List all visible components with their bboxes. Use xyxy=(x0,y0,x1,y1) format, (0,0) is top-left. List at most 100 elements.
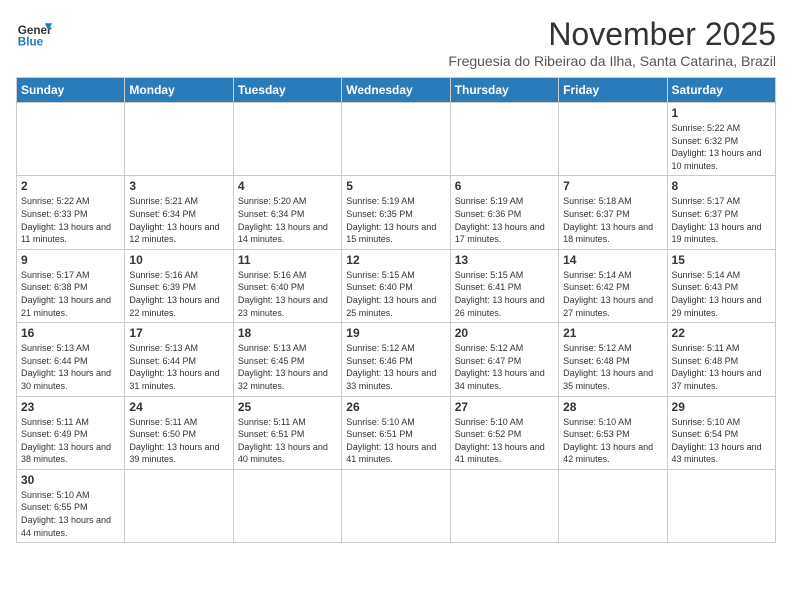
day-number: 11 xyxy=(238,253,337,267)
calendar-week-3: 9 Sunrise: 5:17 AM Sunset: 6:38 PM Daylig… xyxy=(17,249,776,322)
calendar-cell: 18 Sunrise: 5:13 AM Sunset: 6:45 PM Dayli… xyxy=(233,323,341,396)
day-number: 13 xyxy=(455,253,554,267)
calendar-cell xyxy=(667,469,775,542)
day-number: 2 xyxy=(21,179,120,193)
svg-text:Blue: Blue xyxy=(18,36,44,49)
calendar-cell xyxy=(233,469,341,542)
calendar-week-4: 16Sunrise: 5:13 AM Sunset: 6:44 PM Dayli… xyxy=(17,323,776,396)
day-info: Sunrise: 5:12 AM Sunset: 6:47 PM Dayligh… xyxy=(455,342,554,392)
calendar-cell: 14 Sunrise: 5:14 AM Sunset: 6:42 PM Dayli… xyxy=(559,249,667,322)
day-info: Sunrise: 5:13 AM Sunset: 6:44 PM Dayligh… xyxy=(129,342,228,392)
calendar-cell: 19Sunrise: 5:12 AM Sunset: 6:46 PM Dayli… xyxy=(342,323,450,396)
calendar-cell: 4 Sunrise: 5:20 AM Sunset: 6:34 PM Daylig… xyxy=(233,176,341,249)
day-number: 4 xyxy=(238,179,337,193)
day-number: 3 xyxy=(129,179,228,193)
calendar-cell xyxy=(342,103,450,176)
calendar-cell: 12Sunrise: 5:15 AM Sunset: 6:40 PM Dayli… xyxy=(342,249,450,322)
calendar-cell xyxy=(125,103,233,176)
day-number: 24 xyxy=(129,400,228,414)
day-info: Sunrise: 5:10 AM Sunset: 6:54 PM Dayligh… xyxy=(672,416,771,466)
page-header: General Blue November 2025 Freguesia do … xyxy=(16,16,776,69)
logo: General Blue xyxy=(16,16,52,52)
day-number: 18 xyxy=(238,326,337,340)
day-number: 21 xyxy=(563,326,662,340)
logo-icon: General Blue xyxy=(16,16,52,52)
calendar-cell xyxy=(559,103,667,176)
calendar-cell: 30Sunrise: 5:10 AM Sunset: 6:55 PM Dayli… xyxy=(17,469,125,542)
calendar-cell: 25Sunrise: 5:11 AM Sunset: 6:51 PM Dayli… xyxy=(233,396,341,469)
day-info: Sunrise: 5:10 AM Sunset: 6:52 PM Dayligh… xyxy=(455,416,554,466)
calendar-cell: 28Sunrise: 5:10 AM Sunset: 6:53 PM Dayli… xyxy=(559,396,667,469)
calendar-cell: 5 Sunrise: 5:19 AM Sunset: 6:35 PM Daylig… xyxy=(342,176,450,249)
calendar-week-2: 2 Sunrise: 5:22 AM Sunset: 6:33 PM Daylig… xyxy=(17,176,776,249)
day-info: Sunrise: 5:11 AM Sunset: 6:49 PM Dayligh… xyxy=(21,416,120,466)
day-info: Sunrise: 5:22 AM Sunset: 6:33 PM Dayligh… xyxy=(21,195,120,245)
weekday-header-wednesday: Wednesday xyxy=(342,78,450,103)
calendar-cell: 13Sunrise: 5:15 AM Sunset: 6:41 PM Dayli… xyxy=(450,249,558,322)
day-info: Sunrise: 5:10 AM Sunset: 6:51 PM Dayligh… xyxy=(346,416,445,466)
calendar-week-1: 1 Sunrise: 5:22 AM Sunset: 6:32 PM Daylig… xyxy=(17,103,776,176)
day-number: 17 xyxy=(129,326,228,340)
day-number: 5 xyxy=(346,179,445,193)
calendar-cell: 9 Sunrise: 5:17 AM Sunset: 6:38 PM Daylig… xyxy=(17,249,125,322)
day-info: Sunrise: 5:10 AM Sunset: 6:53 PM Dayligh… xyxy=(563,416,662,466)
day-info: Sunrise: 5:17 AM Sunset: 6:37 PM Dayligh… xyxy=(672,195,771,245)
calendar-cell: 8 Sunrise: 5:17 AM Sunset: 6:37 PM Daylig… xyxy=(667,176,775,249)
day-info: Sunrise: 5:11 AM Sunset: 6:50 PM Dayligh… xyxy=(129,416,228,466)
day-info: Sunrise: 5:13 AM Sunset: 6:44 PM Dayligh… xyxy=(21,342,120,392)
day-info: Sunrise: 5:17 AM Sunset: 6:38 PM Dayligh… xyxy=(21,269,120,319)
calendar-cell: 3 Sunrise: 5:21 AM Sunset: 6:34 PM Daylig… xyxy=(125,176,233,249)
day-number: 14 xyxy=(563,253,662,267)
calendar-week-6: 30Sunrise: 5:10 AM Sunset: 6:55 PM Dayli… xyxy=(17,469,776,542)
day-info: Sunrise: 5:14 AM Sunset: 6:43 PM Dayligh… xyxy=(672,269,771,319)
day-info: Sunrise: 5:21 AM Sunset: 6:34 PM Dayligh… xyxy=(129,195,228,245)
day-number: 8 xyxy=(672,179,771,193)
day-info: Sunrise: 5:16 AM Sunset: 6:39 PM Dayligh… xyxy=(129,269,228,319)
day-info: Sunrise: 5:11 AM Sunset: 6:51 PM Dayligh… xyxy=(238,416,337,466)
calendar-cell: 17 Sunrise: 5:13 AM Sunset: 6:44 PM Dayli… xyxy=(125,323,233,396)
calendar-cell: 22 Sunrise: 5:11 AM Sunset: 6:48 PM Dayli… xyxy=(667,323,775,396)
month-title: November 2025 xyxy=(448,16,776,53)
calendar-cell xyxy=(342,469,450,542)
day-number: 27 xyxy=(455,400,554,414)
day-info: Sunrise: 5:13 AM Sunset: 6:45 PM Dayligh… xyxy=(238,342,337,392)
calendar-cell: 1 Sunrise: 5:22 AM Sunset: 6:32 PM Daylig… xyxy=(667,103,775,176)
calendar-cell xyxy=(450,103,558,176)
calendar-cell xyxy=(450,469,558,542)
weekday-header-tuesday: Tuesday xyxy=(233,78,341,103)
day-info: Sunrise: 5:20 AM Sunset: 6:34 PM Dayligh… xyxy=(238,195,337,245)
day-number: 22 xyxy=(672,326,771,340)
calendar-cell xyxy=(559,469,667,542)
calendar-cell: 29Sunrise: 5:10 AM Sunset: 6:54 PM Dayli… xyxy=(667,396,775,469)
title-block: November 2025 Freguesia do Ribeirao da I… xyxy=(448,16,776,69)
day-number: 9 xyxy=(21,253,120,267)
calendar-cell: 24 Sunrise: 5:11 AM Sunset: 6:50 PM Dayli… xyxy=(125,396,233,469)
calendar-table: SundayMondayTuesdayWednesdayThursdayFrid… xyxy=(16,77,776,543)
day-number: 15 xyxy=(672,253,771,267)
calendar-cell xyxy=(125,469,233,542)
calendar-cell: 15 Sunrise: 5:14 AM Sunset: 6:43 PM Dayli… xyxy=(667,249,775,322)
day-info: Sunrise: 5:12 AM Sunset: 6:48 PM Dayligh… xyxy=(563,342,662,392)
weekday-header-friday: Friday xyxy=(559,78,667,103)
calendar-cell: 6Sunrise: 5:19 AM Sunset: 6:36 PM Daylig… xyxy=(450,176,558,249)
day-info: Sunrise: 5:10 AM Sunset: 6:55 PM Dayligh… xyxy=(21,489,120,539)
day-info: Sunrise: 5:22 AM Sunset: 6:32 PM Dayligh… xyxy=(672,122,771,172)
day-info: Sunrise: 5:18 AM Sunset: 6:37 PM Dayligh… xyxy=(563,195,662,245)
day-info: Sunrise: 5:15 AM Sunset: 6:40 PM Dayligh… xyxy=(346,269,445,319)
calendar-cell xyxy=(17,103,125,176)
day-number: 26 xyxy=(346,400,445,414)
day-number: 23 xyxy=(21,400,120,414)
day-number: 6 xyxy=(455,179,554,193)
day-info: Sunrise: 5:11 AM Sunset: 6:48 PM Dayligh… xyxy=(672,342,771,392)
calendar-cell: 20 Sunrise: 5:12 AM Sunset: 6:47 PM Dayli… xyxy=(450,323,558,396)
day-number: 1 xyxy=(672,106,771,120)
calendar-cell: 2 Sunrise: 5:22 AM Sunset: 6:33 PM Daylig… xyxy=(17,176,125,249)
day-info: Sunrise: 5:14 AM Sunset: 6:42 PM Dayligh… xyxy=(563,269,662,319)
day-number: 7 xyxy=(563,179,662,193)
calendar-cell: 16Sunrise: 5:13 AM Sunset: 6:44 PM Dayli… xyxy=(17,323,125,396)
day-info: Sunrise: 5:16 AM Sunset: 6:40 PM Dayligh… xyxy=(238,269,337,319)
day-info: Sunrise: 5:12 AM Sunset: 6:46 PM Dayligh… xyxy=(346,342,445,392)
day-number: 20 xyxy=(455,326,554,340)
day-info: Sunrise: 5:19 AM Sunset: 6:35 PM Dayligh… xyxy=(346,195,445,245)
calendar-cell: 27 Sunrise: 5:10 AM Sunset: 6:52 PM Dayli… xyxy=(450,396,558,469)
